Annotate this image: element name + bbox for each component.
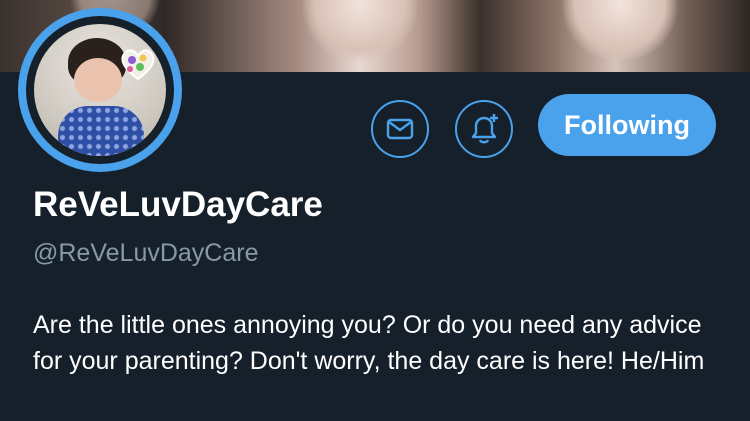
- display-name: ReVeLuvDayCare: [33, 185, 323, 224]
- notifications-button[interactable]: [455, 100, 513, 158]
- following-button[interactable]: Following: [538, 94, 716, 156]
- message-button[interactable]: [371, 100, 429, 158]
- bell-plus-icon: [471, 114, 498, 144]
- profile-bio: Are the little ones annoying you? Or do …: [33, 311, 705, 375]
- envelope-icon: [386, 118, 414, 140]
- profile-avatar[interactable]: [18, 8, 182, 172]
- username-handle: @ReVeLuvDayCare: [33, 239, 259, 267]
- avatar-photo: [34, 24, 166, 156]
- heart-sticker-icon: [121, 49, 155, 81]
